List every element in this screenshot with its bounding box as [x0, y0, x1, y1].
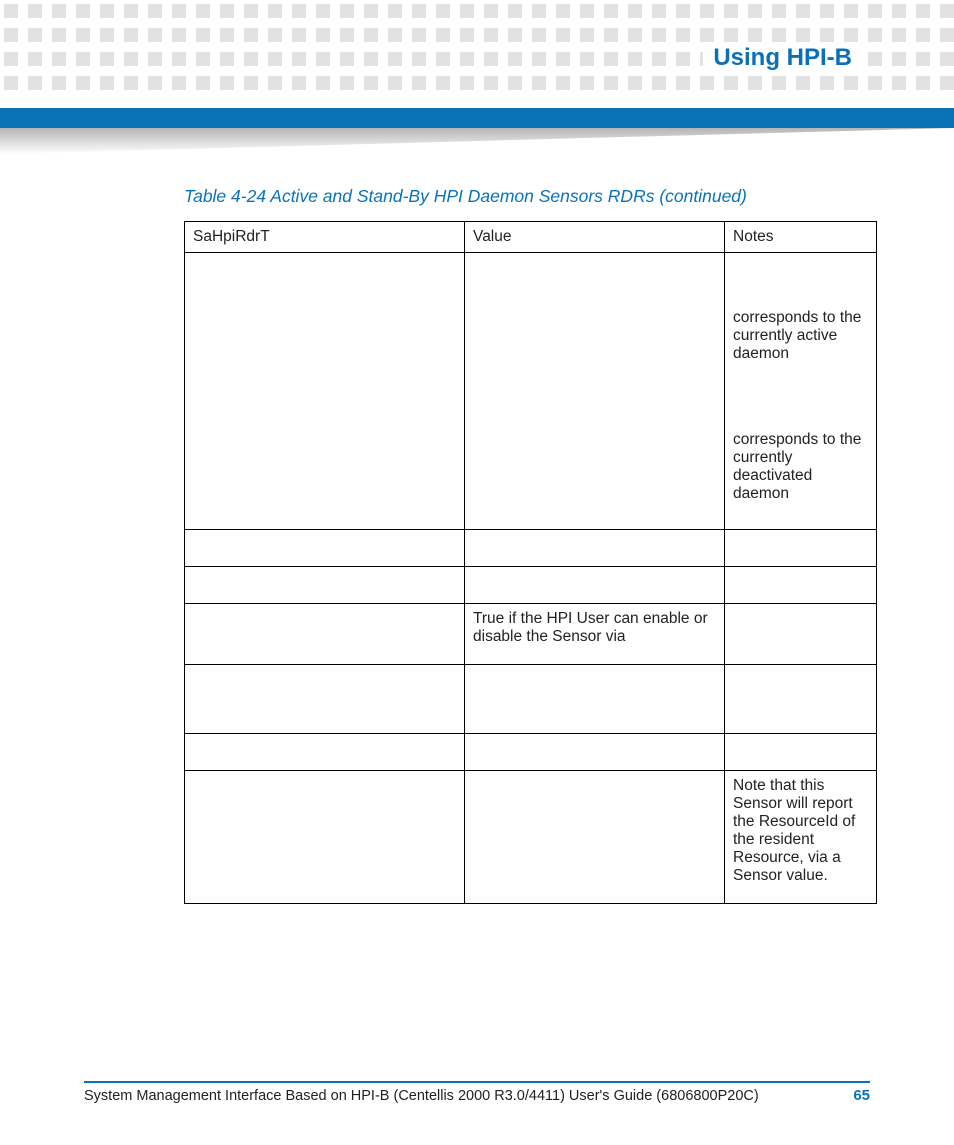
content-area: Table 4-24 Active and Stand-By HPI Daemo…: [184, 186, 876, 904]
table-row: [185, 665, 877, 734]
cell: [725, 665, 877, 734]
cell: [725, 530, 877, 567]
cell: [465, 253, 725, 530]
header-wedge-shadow: [0, 128, 954, 156]
col-header-sahpirdrt: SaHpiRdrT: [185, 222, 465, 253]
cell: [465, 530, 725, 567]
table-row: [185, 734, 877, 771]
note-active-daemon: corresponds to the currently active daem…: [733, 269, 868, 363]
footer: System Management Interface Based on HPI…: [84, 1087, 870, 1104]
table-row: [185, 567, 877, 604]
page-number: 65: [853, 1087, 870, 1104]
table-header-row: SaHpiRdrT Value Notes: [185, 222, 877, 253]
table-row: corresponds to the currently active daem…: [185, 253, 877, 530]
cell: [185, 530, 465, 567]
table-caption: Table 4-24 Active and Stand-By HPI Daemo…: [184, 186, 876, 207]
note-deactivated-daemon: corresponds to the currently deactivated…: [733, 383, 868, 503]
cell: True if the HPI User can enable or disab…: [465, 604, 725, 665]
cell: [185, 567, 465, 604]
rdr-table: SaHpiRdrT Value Notes corresponds to the…: [184, 221, 877, 904]
cell: [725, 604, 877, 665]
cell: [465, 771, 725, 904]
footer-rule: [84, 1081, 870, 1083]
cell: [185, 734, 465, 771]
cell: [465, 567, 725, 604]
cell: [725, 567, 877, 604]
cell: [725, 734, 877, 771]
table-row: Note that this Sensor will report the Re…: [185, 771, 877, 904]
cell: [185, 771, 465, 904]
page-header-title: Using HPI-B: [703, 44, 862, 72]
col-header-value: Value: [465, 222, 725, 253]
footer-text: System Management Interface Based on HPI…: [84, 1088, 759, 1104]
cell: [465, 665, 725, 734]
cell-notes: Note that this Sensor will report the Re…: [725, 771, 877, 904]
cell: [185, 604, 465, 665]
table-row: [185, 530, 877, 567]
table-row: True if the HPI User can enable or disab…: [185, 604, 877, 665]
cell: [185, 253, 465, 530]
cell: [185, 665, 465, 734]
header-divider-bar: [0, 108, 954, 128]
cell: [465, 734, 725, 771]
cell-notes: corresponds to the currently active daem…: [725, 253, 877, 530]
col-header-notes: Notes: [725, 222, 877, 253]
